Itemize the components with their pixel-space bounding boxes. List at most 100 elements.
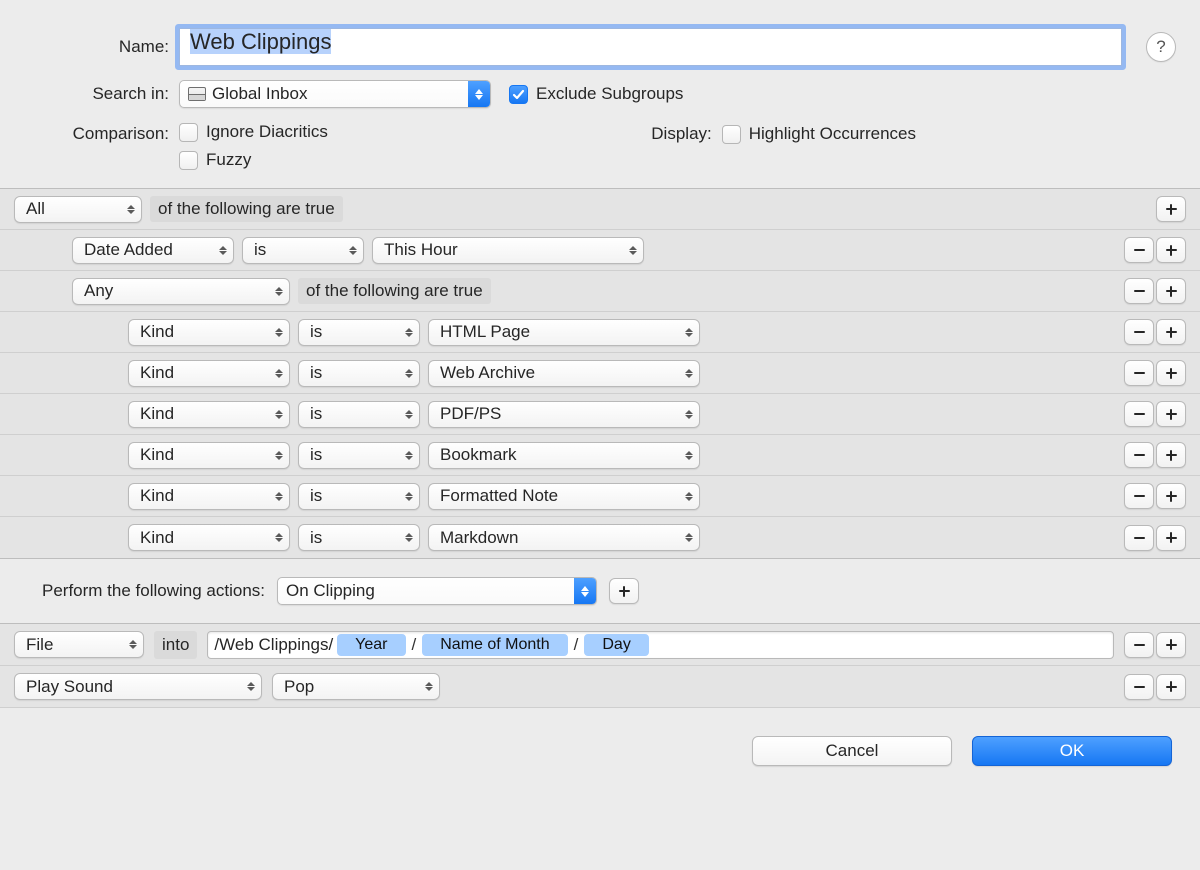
action-row-file: File into /Web Clippings/ Year / Name of… (0, 624, 1200, 666)
remove-rule-button[interactable] (1124, 237, 1154, 263)
highlight-occurrences-label: Highlight Occurrences (749, 124, 916, 144)
predicate-value: Kind (140, 528, 174, 548)
action-verb-select[interactable]: File (14, 631, 144, 658)
remove-action-button[interactable] (1124, 674, 1154, 700)
add-rule-button[interactable] (1156, 319, 1186, 345)
remove-rule-button[interactable] (1124, 442, 1154, 468)
add-rule-button[interactable] (1156, 196, 1186, 222)
search-in-value: Global Inbox (212, 84, 307, 104)
predicate-select[interactable]: Kind (128, 442, 290, 469)
stepper-arrows-icon (425, 682, 433, 691)
remove-rule-button[interactable] (1124, 401, 1154, 427)
predicate-select[interactable]: is (298, 319, 420, 346)
add-rule-button[interactable] (1156, 525, 1186, 551)
sound-value: Pop (284, 677, 314, 697)
stepper-arrows-icon (685, 369, 693, 378)
stepper-arrows-icon (629, 246, 637, 255)
header-form: Name: Web Clippings ? Search in: Global … (0, 0, 1200, 188)
file-path-field[interactable]: /Web Clippings/ Year / Name of Month / D… (207, 631, 1114, 659)
predicate-select[interactable]: Markdown (428, 524, 700, 551)
predicate-row: Kind is Markdown (0, 517, 1200, 558)
predicate-select[interactable]: Web Archive (428, 360, 700, 387)
predicate-select[interactable]: is (242, 237, 364, 264)
highlight-occurrences-checkbox[interactable]: Highlight Occurrences (722, 124, 916, 144)
predicate-select[interactable]: is (298, 401, 420, 428)
predicate-select[interactable]: This Hour (372, 237, 644, 264)
predicate-select[interactable]: is (298, 483, 420, 510)
ok-button[interactable]: OK (972, 736, 1172, 766)
predicate-value: HTML Page (440, 322, 530, 342)
add-rule-button[interactable] (1156, 442, 1186, 468)
predicate-select[interactable]: is (298, 360, 420, 387)
predicate-select[interactable]: Kind (128, 360, 290, 387)
predicate-select[interactable]: Formatted Note (428, 483, 700, 510)
predicate-value: Web Archive (440, 363, 535, 383)
add-rule-button[interactable] (1156, 237, 1186, 263)
stepper-arrows-icon (275, 328, 283, 337)
stepper-arrows-icon (685, 410, 693, 419)
ignore-diacritics-checkbox[interactable]: Ignore Diacritics (179, 122, 328, 142)
predicate-select[interactable]: HTML Page (428, 319, 700, 346)
predicate-value: is (254, 240, 266, 260)
cancel-button[interactable]: Cancel (752, 736, 952, 766)
perform-actions-label: Perform the following actions: (42, 581, 265, 601)
add-rule-button[interactable] (1156, 360, 1186, 386)
action-verb-select[interactable]: Play Sound (14, 673, 262, 700)
exclude-subgroups-label: Exclude Subgroups (536, 84, 683, 104)
predicate-row: Date Added is This Hour (0, 230, 1200, 271)
token-day[interactable]: Day (584, 634, 648, 656)
predicate-row: Kindis HTML Page (0, 312, 1200, 353)
predicate-value: is (310, 445, 322, 465)
predicate-select[interactable]: Kind (128, 319, 290, 346)
exclude-subgroups-checkbox[interactable]: Exclude Subgroups (509, 84, 683, 104)
trigger-select[interactable]: On Clipping (277, 577, 597, 605)
name-input[interactable]: Web Clippings (179, 28, 1122, 66)
search-in-select[interactable]: Global Inbox (179, 80, 491, 108)
add-rule-button[interactable] (1156, 483, 1186, 509)
predicate-select[interactable]: is (298, 442, 420, 469)
add-trigger-button[interactable] (609, 578, 639, 604)
remove-rule-button[interactable] (1124, 525, 1154, 551)
token-year[interactable]: Year (337, 634, 405, 656)
predicate-select[interactable]: Kind (128, 401, 290, 428)
path-prefix: /Web Clippings/ (214, 635, 333, 655)
stepper-arrows-icon (405, 492, 413, 501)
predicate-select[interactable]: PDF/PS (428, 401, 700, 428)
stepper-arrows-icon (275, 451, 283, 460)
predicate-compound-row: Allof the following are true (0, 189, 1200, 230)
remove-rule-button[interactable] (1124, 278, 1154, 304)
action-verb-value: Play Sound (26, 677, 113, 697)
remove-rule-button[interactable] (1124, 483, 1154, 509)
predicate-select[interactable]: All (14, 196, 142, 223)
compound-text: of the following are true (298, 278, 491, 304)
add-rule-button[interactable] (1156, 401, 1186, 427)
name-label: Name: (24, 37, 179, 57)
token-month[interactable]: Name of Month (422, 634, 567, 656)
predicate-select[interactable]: Kind (128, 483, 290, 510)
dropdown-arrows-icon (574, 578, 596, 604)
search-in-row: Search in: Global Inbox Exclude Subgroup… (24, 80, 1176, 108)
remove-rule-button[interactable] (1124, 360, 1154, 386)
predicate-select[interactable]: Date Added (72, 237, 234, 264)
remove-action-button[interactable] (1124, 632, 1154, 658)
add-action-button[interactable] (1156, 632, 1186, 658)
predicate-value: This Hour (384, 240, 458, 260)
actions-header: Perform the following actions: On Clippi… (0, 559, 1200, 623)
predicate-editor: Allof the following are trueDate Addedis… (0, 188, 1200, 559)
stepper-arrows-icon (349, 246, 357, 255)
predicate-select[interactable]: is (298, 524, 420, 551)
comparison-row: Comparison: Ignore Diacritics Fuzzy Disp… (24, 122, 1176, 170)
sound-select[interactable]: Pop (272, 673, 440, 700)
add-rule-button[interactable] (1156, 278, 1186, 304)
predicate-row: Kindis Bookmark (0, 435, 1200, 476)
predicate-select[interactable]: Bookmark (428, 442, 700, 469)
predicate-value: is (310, 486, 322, 506)
predicate-select[interactable]: Any (72, 278, 290, 305)
predicate-row: Kindis Web Archive (0, 353, 1200, 394)
help-button[interactable]: ? (1146, 32, 1176, 62)
add-action-button[interactable] (1156, 674, 1186, 700)
fuzzy-checkbox[interactable]: Fuzzy (179, 150, 328, 170)
help-icon: ? (1156, 37, 1165, 57)
predicate-select[interactable]: Kind (128, 524, 290, 551)
remove-rule-button[interactable] (1124, 319, 1154, 345)
